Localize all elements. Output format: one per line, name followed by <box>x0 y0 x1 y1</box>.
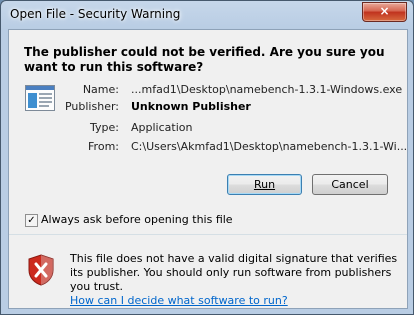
warning-headline: The publisher could not be verified. Are… <box>24 45 385 74</box>
from-value: C:\Users\Akmfad1\Desktop\namebench-1.3.1… <box>131 140 408 153</box>
title-bar[interactable]: Open File - Security Warning × <box>1 1 413 28</box>
warning-message: This file does not have a valid digital … <box>70 252 398 293</box>
always-ask-checkbox[interactable]: ✓ <box>25 214 38 227</box>
run-button[interactable]: Run <box>227 174 302 195</box>
name-label: Name: <box>82 83 119 96</box>
dialog-window: Open File - Security Warning × The publi… <box>0 0 414 315</box>
from-label: From: <box>88 140 119 153</box>
publisher-label: Publisher: <box>64 100 119 113</box>
close-icon: × <box>379 4 390 18</box>
security-shield-icon <box>28 254 54 286</box>
close-button[interactable]: × <box>362 2 407 22</box>
type-value: Application <box>131 121 193 134</box>
help-link[interactable]: How can I decide what software to run? <box>70 294 288 307</box>
cancel-button[interactable]: Cancel <box>312 174 388 195</box>
name-value: ...mfad1\Desktop\namebench-1.3.1-Windows… <box>131 83 403 96</box>
window-title: Open File - Security Warning <box>10 7 181 21</box>
dialog-content: The publisher could not be verified. Are… <box>8 29 408 309</box>
checkmark-icon: ✓ <box>27 215 36 226</box>
run-button-label: Run <box>253 178 276 191</box>
publisher-value: Unknown Publisher <box>131 100 251 113</box>
always-ask-label[interactable]: Always ask before opening this file <box>41 213 233 226</box>
cancel-button-label: Cancel <box>331 178 369 191</box>
warning-panel: This file does not have a valid digital … <box>9 235 407 308</box>
warning-text: This file does not have a valid digital … <box>70 252 400 308</box>
type-label: Type: <box>90 121 119 134</box>
